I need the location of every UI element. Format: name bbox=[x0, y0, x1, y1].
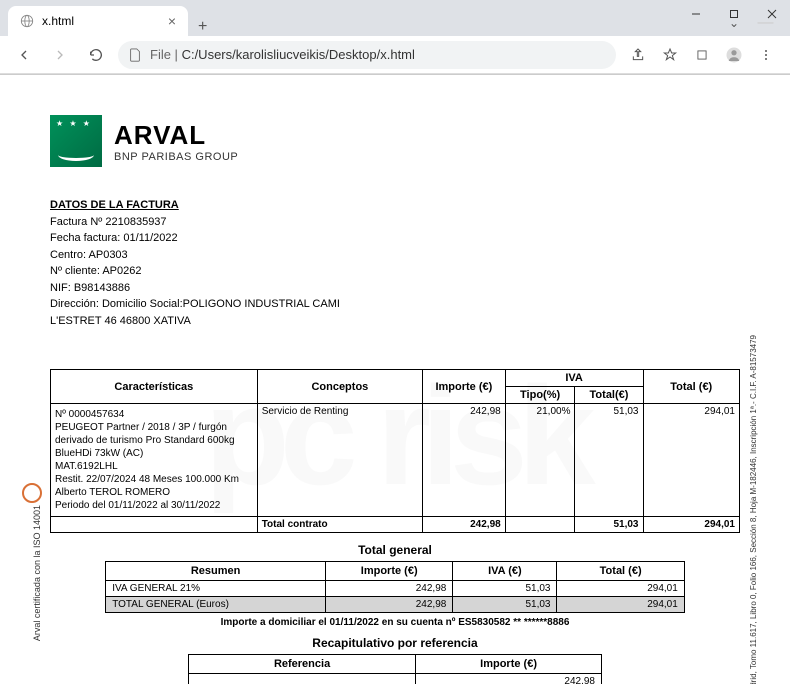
globe-icon bbox=[20, 14, 34, 28]
minimize-button[interactable] bbox=[678, 0, 714, 28]
cell-ref-importe: 242,98 bbox=[416, 674, 602, 684]
line-items-table: Características Conceptos Importe (€) IV… bbox=[50, 369, 740, 533]
window-controls bbox=[678, 0, 790, 28]
reference-table: Referencia Importe (€) 242,98 bbox=[188, 654, 602, 684]
tab-title: x.html bbox=[42, 14, 74, 28]
close-tab-icon[interactable]: × bbox=[168, 13, 176, 29]
page-viewport: pc risk Arval certificada con la ISO 140… bbox=[0, 75, 790, 684]
cell-r2-label: TOTAL GENERAL (Euros) bbox=[106, 597, 326, 613]
table-row: IVA GENERAL 21% 242,98 51,03 294,01 bbox=[106, 581, 685, 597]
logo: ★ ★ ★ ARVAL BNP PARIBAS GROUP bbox=[50, 115, 740, 167]
th-importe: Importe (€) bbox=[423, 370, 506, 404]
summary-table: Resumen Importe (€) IVA (€) Total (€) IV… bbox=[105, 561, 685, 613]
tab-bar: x.html × + ⌄ — bbox=[0, 0, 790, 36]
invoice-number: Factura Nº 2210835937 bbox=[50, 214, 740, 231]
cell-details: Nº 0000457634 PEUGEOT Partner / 2018 / 3… bbox=[51, 404, 258, 517]
cell-r1-iva: 51,03 bbox=[453, 581, 557, 597]
th-importe3: Importe (€) bbox=[416, 655, 602, 674]
invoice-header: DATOS DE LA FACTURA Factura Nº 221083593… bbox=[50, 197, 740, 329]
th-total-eur: Total(€) bbox=[575, 387, 643, 404]
th-tipo: Tipo(%) bbox=[505, 387, 575, 404]
th-total: Total (€) bbox=[643, 370, 740, 404]
maximize-button[interactable] bbox=[716, 0, 752, 28]
cell-r2-total: 294,01 bbox=[557, 597, 684, 613]
th-conceptos: Conceptos bbox=[257, 370, 422, 404]
invoice-title: DATOS DE LA FACTURA bbox=[50, 197, 740, 214]
toolbar: File | C:/Users/karolisliucveikis/Deskto… bbox=[0, 36, 790, 74]
cell-r2-iva: 51,03 bbox=[453, 597, 557, 613]
table-total-row: Total contrato 242,98 51,03 294,01 bbox=[51, 517, 740, 533]
th-total2: Total (€) bbox=[557, 562, 684, 581]
share-icon[interactable] bbox=[624, 41, 652, 69]
th-resumen: Resumen bbox=[106, 562, 326, 581]
browser-chrome: x.html × + ⌄ — File | C:/Users/karolisli… bbox=[0, 0, 790, 75]
forward-button[interactable] bbox=[46, 41, 74, 69]
th-caracteristicas: Características bbox=[51, 370, 258, 404]
invoice-nif: NIF: B98143886 bbox=[50, 280, 740, 297]
th-importe2: Importe (€) bbox=[326, 562, 453, 581]
cell-importe: 242,98 bbox=[423, 404, 506, 517]
cell-r1-importe: 242,98 bbox=[326, 581, 453, 597]
close-button[interactable] bbox=[754, 0, 790, 28]
th-iva: IVA bbox=[505, 370, 643, 387]
section-total-general: Total general bbox=[50, 543, 740, 557]
back-button[interactable] bbox=[10, 41, 38, 69]
logo-brand: ARVAL bbox=[114, 120, 238, 151]
reload-button[interactable] bbox=[82, 41, 110, 69]
profile-icon[interactable] bbox=[720, 41, 748, 69]
cell-footer-importe: 242,98 bbox=[423, 517, 506, 533]
invoice-address2: L'ESTRET 46 46800 XATIVA bbox=[50, 313, 740, 330]
direct-debit-note: Importe a domiciliar el 01/11/2022 en su… bbox=[50, 617, 740, 628]
toolbar-right bbox=[624, 41, 780, 69]
invoice-center: Centro: AP0303 bbox=[50, 247, 740, 264]
cell-iva-total: 51,03 bbox=[575, 404, 643, 517]
table-row: Nº 0000457634 PEUGEOT Partner / 2018 / 3… bbox=[51, 404, 740, 517]
cell-footer-total: 294,01 bbox=[643, 517, 740, 533]
logo-subtitle: BNP PARIBAS GROUP bbox=[114, 151, 238, 163]
url-text: File | C:/Users/karolisliucveikis/Deskto… bbox=[150, 47, 415, 62]
cell-concepto: Servicio de Renting bbox=[257, 404, 422, 517]
file-icon bbox=[128, 48, 142, 62]
extension-icon[interactable] bbox=[688, 41, 716, 69]
invoice-address1: Dirección: Domicilio Social:POLIGONO IND… bbox=[50, 296, 740, 313]
invoice-date: Fecha factura: 01/11/2022 bbox=[50, 230, 740, 247]
cell-r1-total: 294,01 bbox=[557, 581, 684, 597]
cell-r2-importe: 242,98 bbox=[326, 597, 453, 613]
cell-ref bbox=[189, 674, 416, 684]
logo-icon: ★ ★ ★ bbox=[50, 115, 102, 167]
invoice-page: ★ ★ ★ ARVAL BNP PARIBAS GROUP DATOS DE L… bbox=[0, 75, 790, 684]
star-icon[interactable] bbox=[656, 41, 684, 69]
th-ref: Referencia bbox=[189, 655, 416, 674]
browser-tab[interactable]: x.html × bbox=[8, 6, 188, 36]
cell-footer-iva: 51,03 bbox=[575, 517, 643, 533]
section-recap-referencia: Recapitulativo por referencia bbox=[50, 636, 740, 650]
menu-icon[interactable] bbox=[752, 41, 780, 69]
cell-r1-label: IVA GENERAL 21% bbox=[106, 581, 326, 597]
th-iva2: IVA (€) bbox=[453, 562, 557, 581]
address-bar[interactable]: File | C:/Users/karolisliucveikis/Deskto… bbox=[118, 41, 616, 69]
cell-total-label: Total contrato bbox=[257, 517, 422, 533]
table-row-total: TOTAL GENERAL (Euros) 242,98 51,03 294,0… bbox=[106, 597, 685, 613]
cell-total: 294,01 bbox=[643, 404, 740, 517]
cell-tipo: 21,00% bbox=[505, 404, 575, 517]
invoice-client: Nº cliente: AP0262 bbox=[50, 263, 740, 280]
table-row: 242,98 bbox=[189, 674, 602, 684]
new-tab-button[interactable]: + bbox=[188, 18, 217, 36]
